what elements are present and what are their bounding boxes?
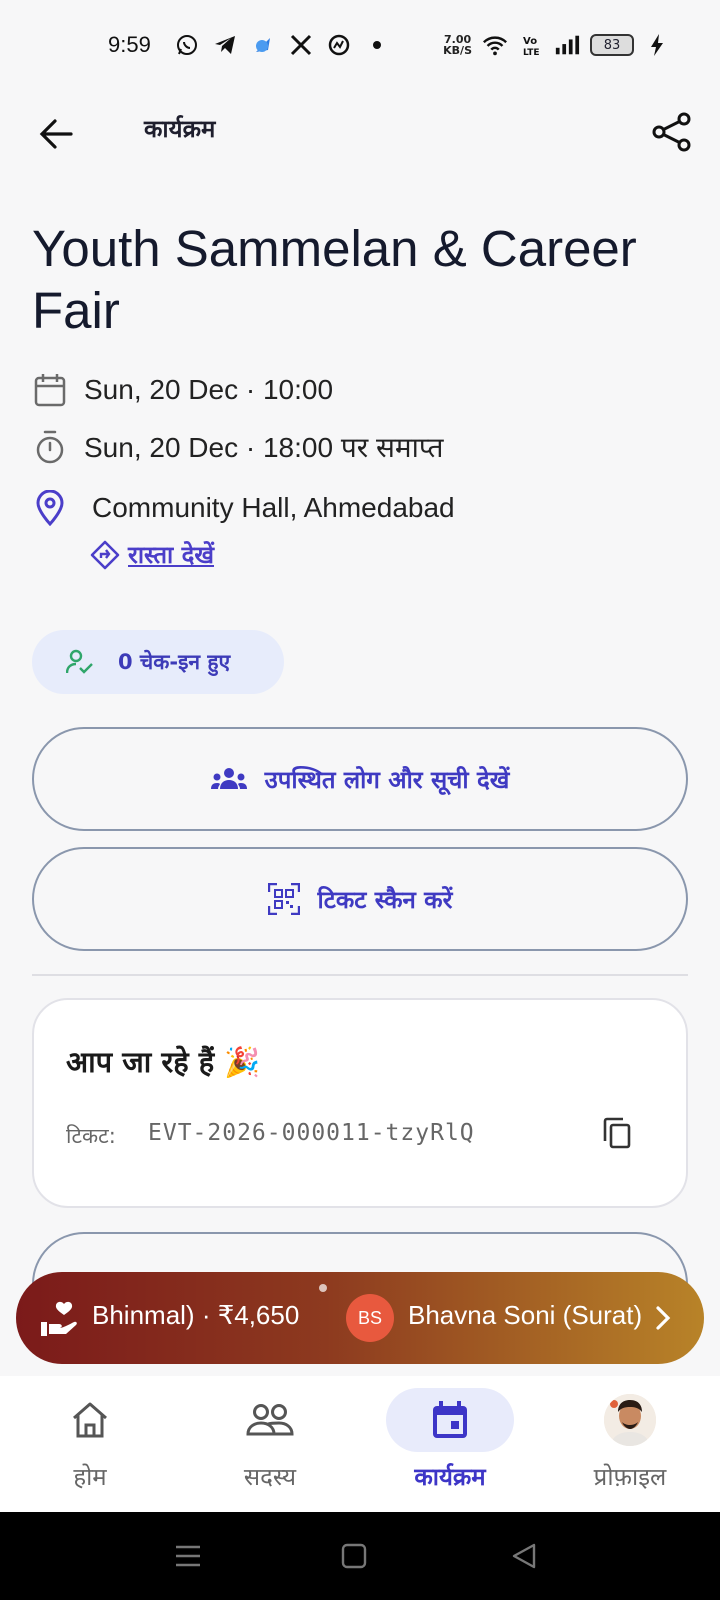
donation-ticker-prev-text: Bhinmal) · ₹4,650 xyxy=(92,1300,300,1330)
calendar-filled-icon xyxy=(433,1401,467,1438)
x-icon xyxy=(288,32,314,58)
event-end-text: Sun, 20 Dec · 18:00 पर समाप्त xyxy=(84,432,444,463)
chevron-right-icon xyxy=(656,1306,671,1330)
timer-icon xyxy=(32,429,68,465)
svg-text:LTE: LTE xyxy=(523,48,540,57)
page-title: कार्यक्रम xyxy=(144,115,216,143)
pager-dot xyxy=(319,1284,327,1292)
nav-home[interactable]: होम xyxy=(0,1376,180,1512)
svg-text:Vo: Vo xyxy=(523,36,537,47)
donation-ticker-banner[interactable]: Bhinmal) · ₹4,650 BS Bhavna Soni (Surat) xyxy=(16,1272,704,1364)
nav-members-pill xyxy=(206,1388,334,1452)
menu-lines-icon xyxy=(176,1545,200,1567)
people-icon xyxy=(246,1404,294,1436)
event-start-row: Sun, 20 Dec · 10:00 xyxy=(32,372,333,408)
event-title: Youth Sammelan & Career Fair xyxy=(32,220,637,339)
copy-ticket-button[interactable] xyxy=(598,1114,636,1152)
charging-icon xyxy=(644,32,670,58)
nav-home-pill xyxy=(26,1388,154,1452)
directions-link[interactable]: रास्ता देखें xyxy=(90,538,214,571)
square-icon xyxy=(341,1543,367,1569)
nav-events-pill xyxy=(386,1388,514,1452)
checkin-count-label: 0 चेक-इन हुए xyxy=(118,650,231,674)
status-time: 9:59 xyxy=(108,32,151,57)
directions-icon xyxy=(90,540,120,569)
donation-hand-heart-icon xyxy=(41,1301,77,1336)
nav-events-label: कार्यक्रम xyxy=(414,1463,486,1491)
donor-avatar: BS xyxy=(346,1294,394,1342)
nav-profile-label: प्रोफ़ाइल xyxy=(593,1463,667,1491)
telegram-icon xyxy=(212,32,238,58)
group-icon xyxy=(210,768,247,789)
share-button[interactable] xyxy=(646,106,698,158)
net-speed-unit: KB/S xyxy=(443,44,472,57)
signal-icon xyxy=(554,32,580,58)
directions-label[interactable]: रास्ता देखें xyxy=(128,538,214,571)
wifi-icon xyxy=(482,32,508,58)
checkin-count-chip: 0 चेक-इन हुए xyxy=(32,630,284,694)
event-location-row: Community Hall, Ahmedabad xyxy=(32,490,455,526)
top-app-bar: कार्यक्रम xyxy=(0,100,720,160)
app-blue-icon xyxy=(250,32,276,58)
nav-members[interactable]: सदस्य xyxy=(180,1376,360,1512)
event-start-text: Sun, 20 Dec · 10:00 xyxy=(84,374,334,405)
nav-members-label: सदस्य xyxy=(243,1463,297,1491)
qr-scan-icon xyxy=(267,883,300,915)
ticket-code: EVT-2026-000011-tzyRlQ xyxy=(148,1120,475,1146)
bottom-navigation: होम सदस्य कार्यक्रम प्रोफ़ाइल xyxy=(0,1376,720,1512)
ticket-card-heading: आप जा रहे हैं 🎉 xyxy=(66,1045,261,1079)
home-system-button[interactable] xyxy=(338,1540,370,1572)
threads-icon xyxy=(326,32,352,58)
recents-button[interactable] xyxy=(172,1540,204,1572)
nav-home-label: होम xyxy=(73,1463,107,1491)
whatsapp-icon xyxy=(174,32,200,58)
donation-ticker-item-prev: Bhinmal) · ₹4,650 xyxy=(92,1300,324,1331)
triangle-back-icon xyxy=(512,1543,536,1569)
nav-profile[interactable]: प्रोफ़ाइल xyxy=(540,1376,720,1512)
system-status-icons: 7.00 KB/S Vo LTE 83 xyxy=(443,32,670,58)
nav-profile-pill xyxy=(566,1388,694,1452)
battery-icon: 83 xyxy=(590,34,634,56)
ticket-card: आप जा रहे हैं 🎉 टिकट: EVT-2026-000011-tz… xyxy=(32,998,688,1208)
profile-avatar xyxy=(604,1394,656,1446)
nav-events[interactable]: कार्यक्रम xyxy=(360,1376,540,1512)
donation-ticker-item-current: Bhavna Soni (Surat) xyxy=(408,1300,643,1330)
back-system-button[interactable] xyxy=(508,1540,540,1572)
event-end-row: Sun, 20 Dec · 18:00 पर समाप्त xyxy=(32,428,443,466)
section-divider xyxy=(32,974,688,976)
net-speed: 7.00 KB/S xyxy=(443,34,472,56)
more-notifications-dot-icon xyxy=(364,32,390,58)
location-pin-icon xyxy=(32,490,68,526)
arrow-left-icon xyxy=(39,119,73,149)
back-button[interactable] xyxy=(30,108,82,160)
copy-icon xyxy=(603,1117,631,1149)
scan-ticket-label: टिकट स्कैन करें xyxy=(317,885,453,914)
user-check-icon xyxy=(66,649,93,674)
volte-icon: Vo LTE xyxy=(518,32,544,58)
notification-icons xyxy=(174,32,390,58)
scan-ticket-button[interactable]: टिकट स्कैन करें xyxy=(32,847,688,951)
view-attendees-label: उपस्थित लोग और सूची देखें xyxy=(264,765,510,794)
system-navigation-bar xyxy=(0,1512,720,1600)
status-bar: 9:59 7.00 KB/S Vo LTE 83 xyxy=(0,0,720,96)
event-location-text: Community Hall, Ahmedabad xyxy=(92,492,455,523)
home-icon xyxy=(73,1402,107,1438)
ticket-label: टिकट: xyxy=(66,1124,116,1148)
view-attendees-button[interactable]: उपस्थित लोग और सूची देखें xyxy=(32,727,688,831)
calendar-icon xyxy=(32,372,68,408)
share-icon xyxy=(652,112,691,152)
